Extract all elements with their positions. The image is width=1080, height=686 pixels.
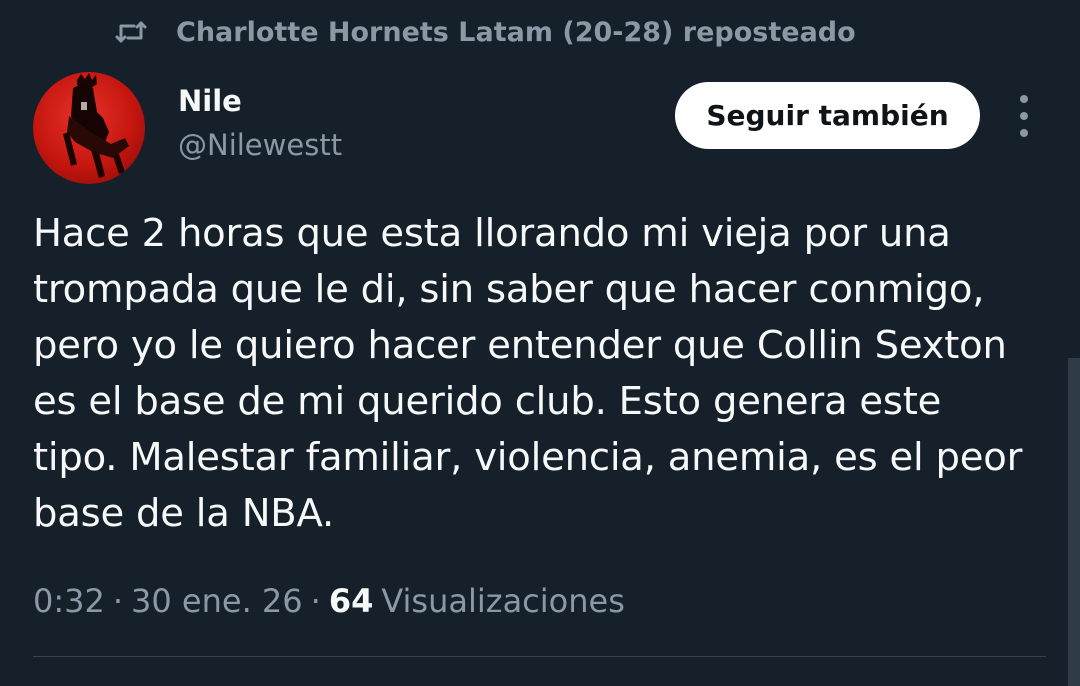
tweet-line: base de la NBA.: [33, 491, 335, 536]
views-count[interactable]: 64: [329, 582, 374, 620]
tweet-line: es el base de mi querido club. Esto gene…: [33, 379, 942, 424]
views-label[interactable]: Visualizaciones: [381, 582, 625, 620]
repost-indicator[interactable]: Charlotte Hornets Latam (20-28) repostea…: [112, 12, 856, 52]
more-options-icon[interactable]: [1004, 95, 1044, 137]
tweet-time[interactable]: 0:32: [33, 582, 105, 620]
tweet-screen: Charlotte Hornets Latam (20-28) repostea…: [0, 0, 1080, 686]
tweet-body: Hace 2 horas que esta llorando mi vieja …: [33, 206, 1053, 542]
tweet-date[interactable]: 30 ene. 26: [131, 582, 303, 620]
more-dot: [1020, 95, 1028, 103]
meta-separator: ·: [112, 582, 124, 620]
meta-separator: ·: [310, 582, 321, 620]
tweet-meta: 0:32 · 30 ene. 26 · 64 Visualizaciones: [33, 578, 625, 624]
divider: [33, 656, 1046, 657]
tweet-line: pero yo le quiero hacer entender que Col…: [33, 323, 1007, 368]
author-handle[interactable]: @Nilewestt: [178, 128, 342, 162]
author-name[interactable]: Nile: [178, 84, 242, 118]
tweet-line: trompada que le di, sin saber que hacer …: [33, 267, 985, 312]
tweet-line: tipo. Malestar familiar, violencia, anem…: [33, 435, 1023, 480]
tweet-line: Hace 2 horas que esta llorando mi vieja …: [33, 211, 951, 256]
avatar[interactable]: [33, 72, 145, 184]
follow-button[interactable]: Seguir también: [675, 82, 980, 149]
more-dot: [1020, 112, 1028, 120]
repost-icon: [112, 17, 150, 47]
scrollbar[interactable]: [1068, 358, 1080, 686]
more-dot: [1020, 129, 1028, 137]
repost-text: Charlotte Hornets Latam (20-28) repostea…: [176, 16, 856, 48]
